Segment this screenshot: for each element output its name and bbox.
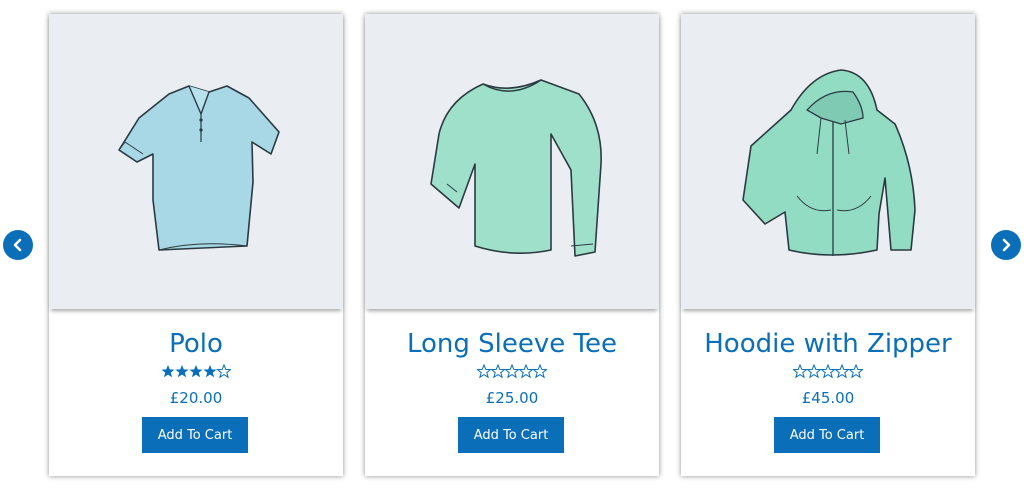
product-image-polo[interactable] (49, 14, 343, 309)
product-title[interactable]: Polo (49, 326, 343, 362)
product-price: £25.00 (485, 389, 539, 407)
chevron-left-icon (13, 238, 22, 252)
add-to-cart-button[interactable]: Add To Cart (142, 417, 248, 453)
product-card-long-sleeve-tee: Long Sleeve Tee £25.00 Add To Cart (365, 14, 659, 476)
chevron-right-icon (1002, 238, 1011, 252)
zip-hoodie-image (742, 69, 916, 256)
carousel-next-button[interactable] (991, 230, 1021, 260)
product-image-long-sleeve-tee[interactable] (365, 14, 659, 309)
product-title[interactable]: Hoodie with Zipper (681, 326, 975, 362)
long-sleeve-tee-image (430, 79, 602, 257)
star-rating (681, 364, 975, 382)
product-price: £45.00 (801, 389, 855, 407)
star-rating (365, 364, 659, 382)
product-price: £20.00 (169, 389, 223, 407)
product-card-hoodie-with-zipper: Hoodie with Zipper £45.00 Add To Cart (681, 14, 975, 476)
carousel-prev-button[interactable] (3, 230, 33, 260)
polo-shirt-image (118, 85, 280, 251)
product-card-polo: Polo £20.00 Add To Cart (49, 14, 343, 476)
add-to-cart-button[interactable]: Add To Cart (774, 417, 880, 453)
add-to-cart-button[interactable]: Add To Cart (458, 417, 564, 453)
star-rating (49, 364, 343, 382)
product-image-hoodie-with-zipper[interactable] (681, 14, 975, 309)
product-title[interactable]: Long Sleeve Tee (365, 326, 659, 362)
